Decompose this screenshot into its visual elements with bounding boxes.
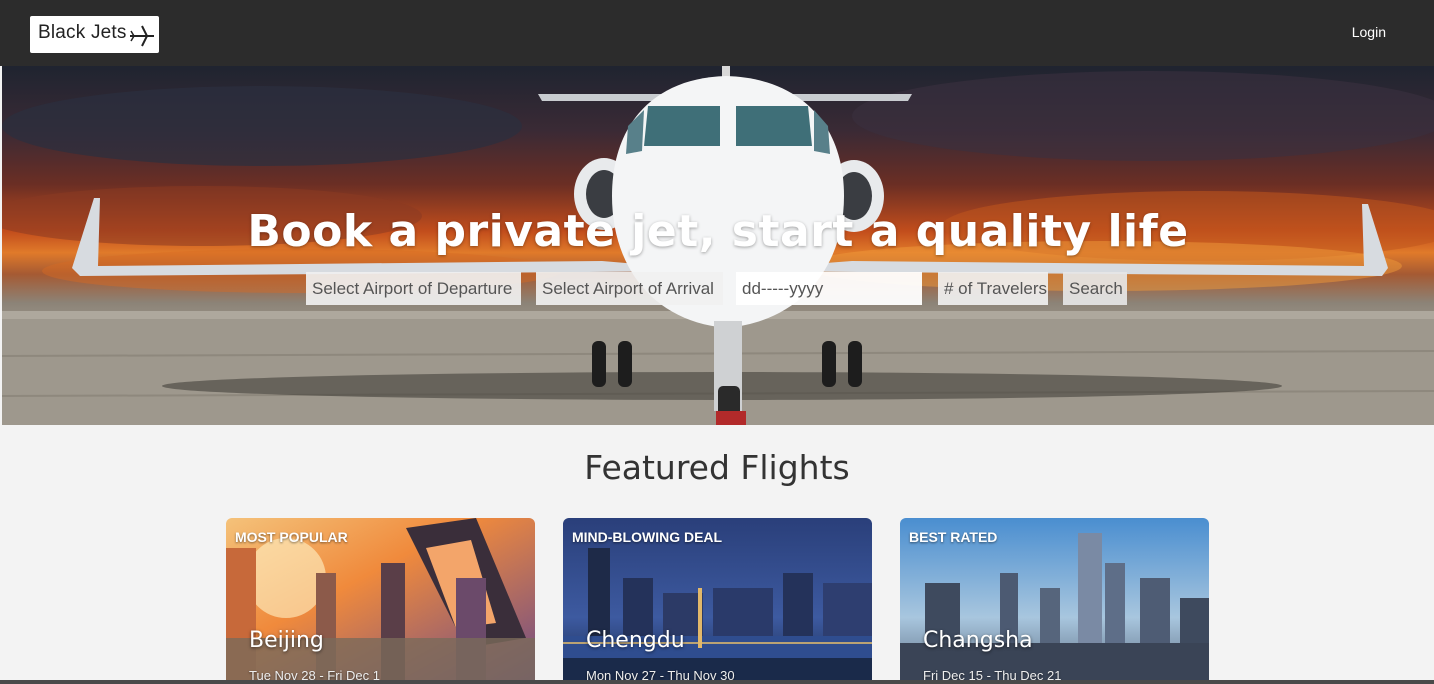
featured-flight-card-chengdu[interactable]: MIND-BLOWING DEAL Chengdu Mon Nov 27 - T… [563,518,872,684]
card-badge: MOST POPULAR [235,529,348,545]
travel-date-input[interactable]: dd-----yyyy [736,272,922,305]
card-city: Changsha [923,628,1033,653]
card-city: Chengdu [586,628,685,653]
featured-flight-card-changsha[interactable]: BEST RATED Changsha Fri Dec 15 - Thu Dec… [900,518,1209,684]
window-bottom-edge [0,680,1434,684]
hero-banner: Book a private jet, start a quality life… [2,66,1434,425]
login-link[interactable]: Login [1352,24,1386,40]
hero-headline: Book a private jet, start a quality life [247,206,1189,257]
card-badge: BEST RATED [909,529,998,545]
card-city: Beijing [249,628,324,653]
airplane-icon [130,25,154,47]
arrival-airport-select[interactable]: Select Airport of Arrival [536,272,723,305]
featured-flight-card-beijing[interactable]: MOST POPULAR Beijing Tue Nov 28 - Fri De… [226,518,535,684]
search-button[interactable]: Search [1063,272,1127,305]
top-navbar: Black Jets Login [0,0,1434,66]
departure-airport-select[interactable]: Select Airport of Departure [306,272,521,305]
travelers-count-input[interactable]: # of Travelers [938,272,1048,305]
brand-logo-text: Black Jets [38,22,127,43]
brand-logo[interactable]: Black Jets [30,16,159,53]
card-badge: MIND-BLOWING DEAL [572,529,723,545]
featured-flights-heading: Featured Flights [584,448,850,487]
